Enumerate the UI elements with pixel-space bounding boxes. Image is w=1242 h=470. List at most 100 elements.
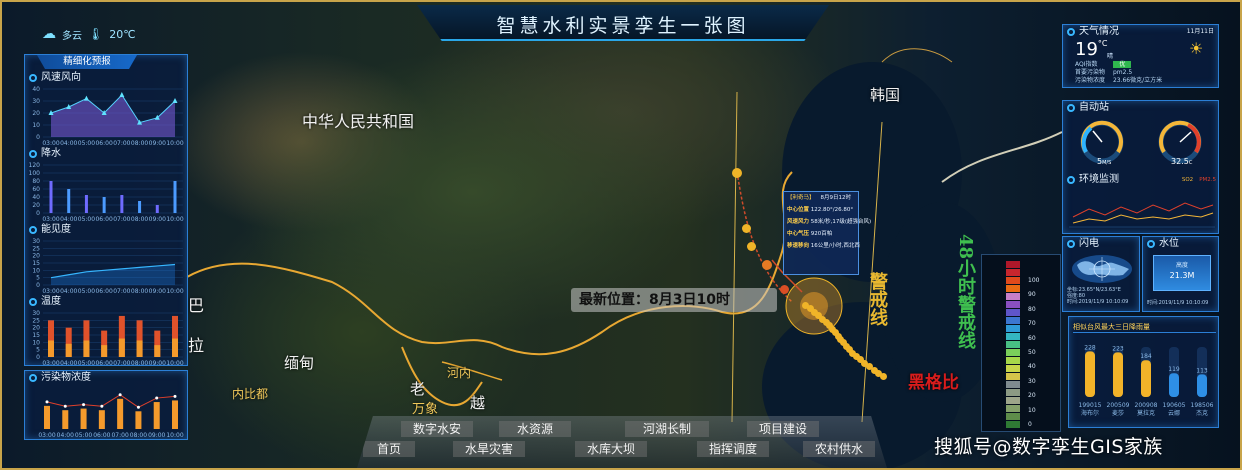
rainfall-id: 199015 [1079,402,1102,409]
section-dot-icon [1147,240,1155,248]
visibility-chart: 051015202530 03:00 04:00 05:00 06:00 07:00 08:… [32,238,183,295]
map-label-china: 中华人民共和国 [302,112,415,131]
x-tick-label: 05:00 [75,432,92,439]
pollution-point [118,393,122,397]
pollution-point [63,404,67,408]
visibility-section: 能见度 0 5 10 15 20 25 30 03:00 04:00 05:00 06:00 07:0… [25,223,189,295]
nav-button[interactable]: 河湖长制 [625,421,709,437]
legend-swatch [1006,413,1020,420]
typhoon-point[interactable] [742,224,751,233]
x-tick-label: 07:00 [113,140,130,147]
temp-section: 温度 0 5 10 15 20 25 30 03:00 04:00 05:00 06:00 07:00… [25,295,189,367]
wind-title: 风速风向 [41,72,81,83]
rain-bar [49,181,53,213]
sun-icon: ☀ [1189,39,1204,58]
nav-button[interactable]: 项目建设 [747,421,819,437]
air-quality-list: AQI指数 优 首要污染物 pm2.5 污染物浓度 23.66微克/立方米 [1075,61,1163,84]
nav-button[interactable]: 水库大坝 [575,441,647,457]
pollution-panel: 污染物浓度 03:00 04:00 05:00 06:00 07:00 08:00 09:0… [24,370,188,440]
rain-bar [173,181,177,213]
temp-bar-lower [118,338,125,357]
legend-pm25: PM2.5 [1199,177,1216,183]
warning-line-24 [731,91,738,423]
nav-button[interactable]: 水资源 [499,421,571,437]
rainfall-bar [1085,351,1095,397]
x-tick-label: 05:00 [78,140,95,147]
nav-button[interactable]: 指挥调度 [697,441,769,457]
pollution-point [155,396,159,400]
legend-swatch [1006,397,1020,404]
nav-button[interactable]: 首页 [363,441,415,457]
auto-station-panel: 自动站 5M/S 32.5C 环境监测 SO2 PM2.5 [1062,100,1219,234]
legend-swatch [1006,381,1020,388]
pollution-bar [135,411,142,429]
bottom-navigation: 数字水安 水资源 河湖长制 项目建设 首页 水旱灾害 水库大坝 指挥调度 农村供… [357,416,887,468]
wind-chart: 0 10 20 30 40 03:00 04:00 05:00 06:00 07:00 08:00 0… [32,86,183,147]
legend-swatch [1006,341,1020,348]
border-line [186,171,793,356]
typhoon-row: 移速移向 16公里/小时,西北西 [787,243,860,249]
legend-swatch [1006,301,1020,308]
pollution-bar [117,398,124,429]
x-tick-label: 06:00 [95,288,112,295]
env-line-chart [1069,202,1215,228]
japan-coast [941,131,1063,183]
rainfall-name: 麦莎 [1112,409,1124,417]
typhoon-info-card[interactable]: 【利奇马】 8月9日12时 中心位置 122.80°/26.80° 风速风力 58… [783,191,871,275]
legend-swatch [1006,405,1020,412]
pollution-point [136,405,140,409]
wind-section: 风速风向 0 10 20 30 40 03:00 04:00 05:00 06:00 07:00 0… [25,71,189,147]
nav-button[interactable]: 数字水安 [401,421,473,437]
typhoon-time: 8月9日12时 [820,195,852,201]
temp-bar-lower [136,340,143,357]
typhoon-point[interactable] [747,242,756,251]
x-tick-label: 07:00 [113,360,130,367]
legend-value: 30 [1028,377,1036,385]
legend-value: 80 [1028,305,1036,313]
nav-button[interactable]: 水旱灾害 [453,441,525,457]
rainfall-name: 云娜 [1168,409,1180,417]
rainfall-id: 200908 [1135,402,1158,409]
typhoon-point[interactable] [732,168,742,178]
typhoon-point[interactable] [762,260,772,270]
legend-swatch [1006,269,1020,276]
x-tick-label: 04:00 [57,432,74,439]
temperature-gauge-value: 32.5C [1171,157,1193,166]
rain-bar [155,205,159,213]
legend-swatch [1006,421,1020,428]
nav-button[interactable]: 农村供水 [803,441,875,457]
wind-direction-marker [119,92,125,97]
weather-label: 多云 [62,30,82,42]
x-tick-label: 09:00 [149,360,166,367]
y-tick-label: 0 [36,282,40,289]
water-level-box: 高度 21.3M [1153,255,1211,291]
rain-bar [67,189,71,213]
weather-summary: ☁ 多云 🌡 20℃ [42,26,136,42]
map-label-laos: 老 [410,380,426,398]
section-dot-icon [1067,28,1075,36]
lightning-details: 坐标:23.65°N/23.63°E 强度:80 时间:2019/11/9 10:1… [1067,287,1129,305]
map-label-myanmar: 缅甸 [284,354,315,372]
warning-line-24-label: 警戒线 [867,272,888,326]
x-tick-label: 04:00 [60,360,77,367]
legend-swatch [1006,333,1020,340]
section-dot-icon [29,226,37,234]
weather-panel: 天气情况 11月11日 19°C 晴 ☀ AQI指数 优 首要污染物 pm2.5 … [1062,24,1219,88]
forecast-panel-title: 精细化预报 [37,55,137,69]
legend-value: 70 [1028,320,1036,328]
x-tick-label: 08:00 [131,288,148,295]
rainfall-title: 相似台风最大三日降雨量 [1073,321,1216,333]
pollution-bar [62,410,69,429]
y-tick-label: 40 [32,86,40,93]
x-tick-label: 06:00 [95,216,112,223]
typhoon-row: 中心气压 920百帕 [787,231,833,237]
rain-bar [102,197,106,213]
x-tick-label: 10:00 [166,140,183,147]
typhoon-point[interactable] [780,285,789,294]
rain-bar [138,201,142,213]
legend-value: 20 [1028,392,1036,400]
pollution-bar [44,405,50,429]
legend-swatch [1006,309,1020,316]
x-tick-label: 04:00 [60,216,77,223]
x-tick-label: 08:00 [131,216,148,223]
